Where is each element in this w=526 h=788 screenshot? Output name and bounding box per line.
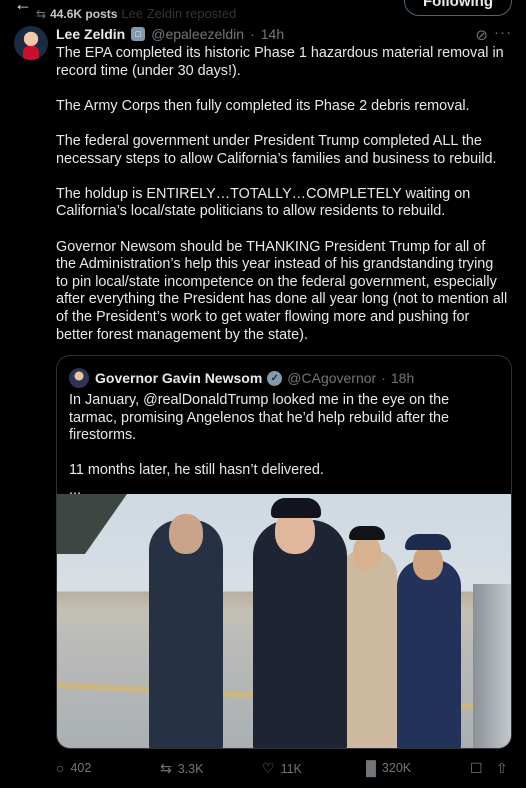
person-figure (253, 498, 347, 748)
separator-dot: · (381, 370, 386, 386)
grok-icon[interactable]: ⊘ (475, 26, 488, 44)
post-paragraph: Governor Newsom should be THANKING Presi… (56, 238, 508, 343)
quoted-header: Governor Gavin Newsom ✓ @CAgovernor · 18… (95, 370, 414, 386)
following-button[interactable]: Following (404, 0, 512, 16)
airplane-shape (57, 494, 127, 554)
repost-context: ⇆ 44.6K posts Lee Zeldin reposted (36, 6, 236, 21)
post-time[interactable]: 14h (261, 26, 284, 42)
reply-button[interactable]: ○ 402 (56, 760, 91, 776)
share-button[interactable]: ⇧ (496, 760, 508, 777)
person-figure (149, 514, 223, 748)
post-paragraph: The Army Corps then fully completed its … (56, 97, 470, 114)
reply-icon: ○ (56, 760, 65, 776)
author-name[interactable]: Lee Zeldin (56, 26, 125, 42)
views-button[interactable]: █ 320K (366, 760, 411, 776)
post-paragraph: The EPA completed its historic Phase 1 h… (56, 45, 504, 79)
quoted-time: 18h (390, 370, 415, 386)
repost-count: 3.3K (177, 761, 204, 776)
quoted-paragraph: In January, @realDonaldTrump looked me i… (69, 392, 450, 444)
bookmark-button[interactable]: ☐ (470, 760, 483, 777)
quoted-handle: @CAgovernor (287, 370, 377, 386)
repost-button[interactable]: ⇆ 3.3K (160, 760, 203, 777)
post-header: Lee Zeldin □ @epaleezeldin · 14h (56, 26, 284, 42)
share-icon: ⇧ (496, 760, 508, 776)
views-count: 320K (381, 761, 412, 775)
post-paragraph: The federal government under President T… (56, 132, 497, 167)
avatar[interactable] (14, 26, 48, 60)
action-bar: ○ 402 ⇆ 3.3K ♡ 11K █ 320K ☐ ⇧ (56, 760, 516, 780)
heart-icon: ♡ (262, 760, 275, 776)
quoted-avatar (69, 368, 89, 388)
repost-icon: ⇆ (36, 6, 47, 21)
views-overlay: 44.6K posts (50, 6, 118, 21)
top-bar: ← ⇆ 44.6K posts Lee Zeldin reposted Foll… (0, 0, 526, 24)
like-count: 11K (280, 761, 302, 776)
airstairs-shape (473, 584, 511, 748)
person-figure (397, 534, 461, 748)
reposted-label: Lee Zeldin reposted (121, 6, 237, 21)
arrow-left-icon[interactable]: ← (14, 0, 32, 15)
separator-dot: · (250, 26, 255, 42)
quoted-paragraph: 11 months later, he still hasn’t deliver… (69, 462, 324, 479)
quoted-post[interactable]: Governor Gavin Newsom ✓ @CAgovernor · 18… (56, 355, 512, 749)
reply-count: 402 (70, 761, 92, 775)
post-paragraph: The holdup is ENTIRELY…TOTALLY…COMPLETEL… (56, 185, 471, 220)
like-button[interactable]: ♡ 11K (262, 760, 302, 777)
post-text: The EPA completed its historic Phase 1 h… (56, 45, 508, 362)
quoted-photo[interactable] (57, 494, 511, 748)
analytics-icon: █ (366, 760, 376, 776)
more-options-icon[interactable]: ··· (494, 24, 512, 41)
government-badge-icon: □ (131, 27, 146, 41)
verified-icon: ✓ (267, 370, 283, 386)
author-handle[interactable]: @epaleezeldin (151, 26, 244, 42)
repost-icon: ⇆ (160, 760, 172, 776)
bookmark-icon: ☐ (470, 760, 483, 776)
quoted-author-name: Governor Gavin Newsom (95, 370, 263, 386)
person-figure (339, 526, 397, 748)
